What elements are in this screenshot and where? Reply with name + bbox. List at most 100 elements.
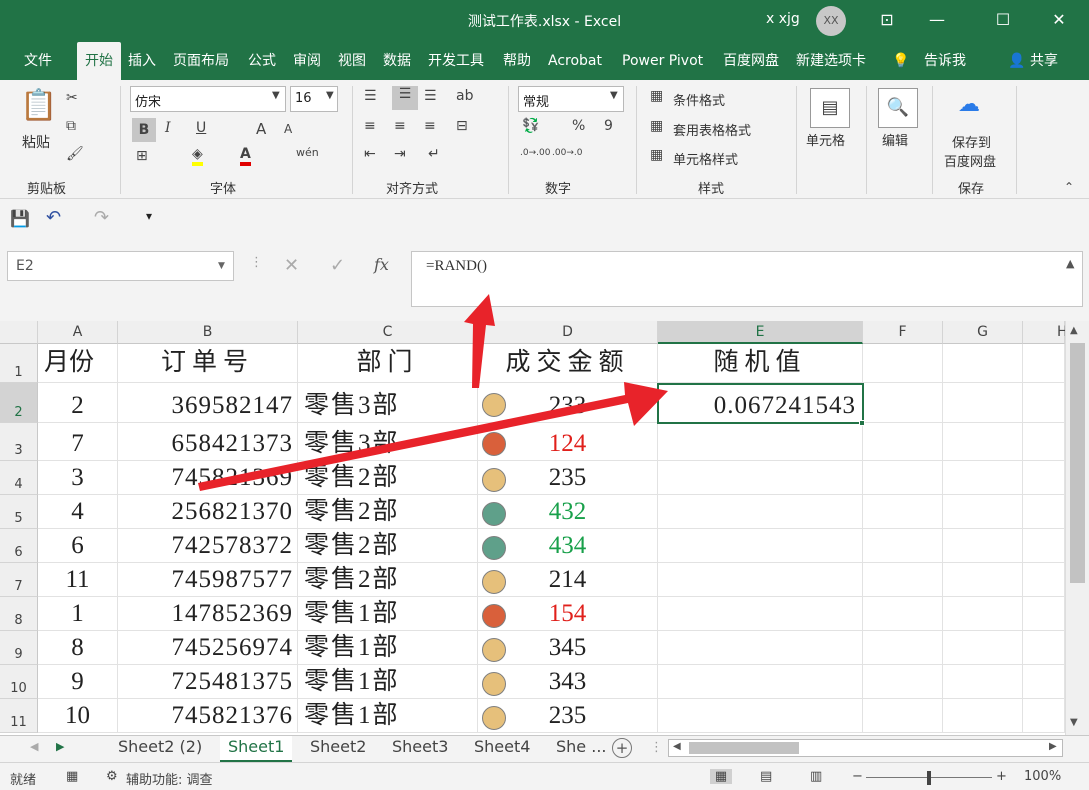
cell-styles-button[interactable]: 单元格样式 xyxy=(673,149,738,168)
cells-icon[interactable]: ▤ xyxy=(810,88,850,128)
cell-order[interactable]: 745821369 xyxy=(118,461,298,495)
row-header[interactable]: 8 xyxy=(0,597,38,631)
format-table-icon[interactable]: ▦ xyxy=(650,118,663,134)
empty-cell[interactable] xyxy=(943,461,1023,495)
editing-button[interactable]: 编辑 xyxy=(882,130,908,149)
cell-random[interactable] xyxy=(658,631,863,665)
paste-button[interactable]: 粘贴 xyxy=(22,132,50,152)
cell-dept[interactable]: 零售2部 xyxy=(298,461,478,495)
close-icon[interactable]: ✕ xyxy=(1046,8,1072,32)
column-header-g[interactable]: G xyxy=(943,321,1023,344)
cell-order[interactable]: 369582147 xyxy=(118,383,298,423)
add-sheet-button[interactable]: + xyxy=(612,738,632,758)
cell-random[interactable] xyxy=(658,665,863,699)
accessibility-status[interactable]: 辅助功能: 调查 xyxy=(126,769,213,788)
cell-dept[interactable]: 零售1部 xyxy=(298,631,478,665)
empty-cell[interactable] xyxy=(943,383,1023,423)
font-name-select[interactable]: 仿宋 xyxy=(130,86,286,112)
share-button[interactable]: 共享 xyxy=(1030,42,1058,80)
decrease-decimal-button[interactable]: .00→.0 xyxy=(552,148,582,158)
page-layout-view-icon[interactable]: ▤ xyxy=(760,769,772,784)
empty-cell[interactable] xyxy=(1023,495,1065,529)
header-cell-order[interactable]: 订单号 xyxy=(118,344,298,383)
empty-cell[interactable] xyxy=(863,423,943,461)
chevron-down-icon[interactable]: ▼ xyxy=(610,90,618,101)
empty-cell[interactable] xyxy=(863,344,943,383)
cancel-icon[interactable]: ✕ xyxy=(284,255,299,276)
cell-month[interactable]: 3 xyxy=(38,461,118,495)
save-to-baidu-line1[interactable]: 保存到 xyxy=(952,132,991,151)
tab-developer[interactable]: 开发工具 xyxy=(428,42,484,80)
tab-home[interactable]: 开始 xyxy=(77,42,121,80)
format-as-table-button[interactable]: 套用表格格式 xyxy=(673,120,751,139)
tab-data[interactable]: 数据 xyxy=(383,42,411,80)
align-left-icon[interactable]: ≡ xyxy=(364,118,376,134)
format-painter-icon[interactable]: 🖌 xyxy=(66,146,84,162)
bold-button[interactable]: B xyxy=(132,118,156,142)
tab-help[interactable]: 帮助 xyxy=(503,42,531,80)
cell-dept[interactable]: 零售2部 xyxy=(298,495,478,529)
font-color-button[interactable]: A xyxy=(240,146,251,166)
empty-cell[interactable] xyxy=(1023,529,1065,563)
italic-button[interactable]: I xyxy=(165,120,171,136)
fill-color-icon[interactable]: ◈ xyxy=(192,146,203,166)
row-header[interactable]: 6 xyxy=(0,529,38,563)
empty-cell[interactable] xyxy=(863,665,943,699)
collapse-ribbon-icon[interactable]: ⌃ xyxy=(1064,180,1074,194)
normal-view-icon[interactable]: ▦ xyxy=(710,769,732,784)
ribbon-display-icon[interactable]: ⊡ xyxy=(874,8,900,32)
row-header[interactable]: 11 xyxy=(0,699,38,733)
empty-cell[interactable] xyxy=(943,495,1023,529)
tab-file[interactable]: 文件 xyxy=(24,42,52,80)
user-name[interactable]: x xjg xyxy=(766,11,800,27)
cell-random[interactable] xyxy=(658,699,863,733)
cell-dept[interactable]: 零售1部 xyxy=(298,699,478,733)
scroll-right-icon[interactable]: ▶ xyxy=(1049,741,1057,752)
empty-cell[interactable] xyxy=(863,631,943,665)
wrap-text-icon[interactable]: ↵ xyxy=(428,146,440,162)
person-icon[interactable]: 👤 xyxy=(1008,42,1025,80)
comma-button[interactable]: 9 xyxy=(604,118,613,134)
column-header-c[interactable]: C xyxy=(298,321,478,344)
header-cell-amount[interactable]: 成交金额 xyxy=(478,344,658,383)
row-header[interactable]: 7 xyxy=(0,563,38,597)
cell-month[interactable]: 7 xyxy=(38,423,118,461)
accounting-icon[interactable]: 💱 xyxy=(522,118,539,134)
save-icon[interactable]: 💾 xyxy=(10,209,30,228)
customize-qat-icon[interactable]: ▾ xyxy=(146,209,152,223)
increase-indent-icon[interactable]: ⇥ xyxy=(394,146,406,162)
empty-cell[interactable] xyxy=(863,461,943,495)
cell-dept[interactable]: 零售3部 xyxy=(298,383,478,423)
empty-cell[interactable] xyxy=(1023,563,1065,597)
header-cell-random[interactable]: 随机值 xyxy=(658,344,863,383)
cell-order[interactable]: 725481375 xyxy=(118,665,298,699)
grow-font-button[interactable]: A xyxy=(256,120,266,138)
cell-order[interactable]: 742578372 xyxy=(118,529,298,563)
scroll-thumb[interactable] xyxy=(1070,343,1085,583)
tab-new[interactable]: 新建选项卡 xyxy=(796,42,866,80)
page-break-view-icon[interactable]: ▥ xyxy=(810,769,822,784)
scroll-up-icon[interactable]: ▲ xyxy=(1070,325,1078,336)
border-icon[interactable]: ⊞ xyxy=(136,148,148,164)
spreadsheet-grid[interactable]: A B C D E F G H 1 月份 订单号 部门 成交金额 随机值 223… xyxy=(0,321,1089,735)
cell-dept[interactable]: 零售1部 xyxy=(298,665,478,699)
macro-record-icon[interactable]: ▦ xyxy=(66,769,78,784)
paste-icon[interactable]: 📋 xyxy=(20,88,57,124)
empty-cell[interactable] xyxy=(943,631,1023,665)
row-header[interactable]: 3 xyxy=(0,423,38,461)
sheet-tab[interactable]: Sheet2 (2) xyxy=(118,736,202,762)
header-cell-month[interactable]: 月份 xyxy=(38,344,118,383)
row-header[interactable]: 5 xyxy=(0,495,38,529)
copy-icon[interactable]: ⧉ xyxy=(66,118,76,134)
insert-function-icon[interactable]: fx xyxy=(374,255,389,274)
lightbulb-icon[interactable]: 💡 xyxy=(892,42,909,80)
zoom-level[interactable]: 100% xyxy=(1024,769,1061,784)
empty-cell[interactable] xyxy=(943,597,1023,631)
cell-month[interactable]: 9 xyxy=(38,665,118,699)
shrink-font-button[interactable]: A xyxy=(284,122,292,136)
cell-random[interactable] xyxy=(658,423,863,461)
align-center-icon[interactable]: ≡ xyxy=(394,118,406,134)
cell-order[interactable]: 745987577 xyxy=(118,563,298,597)
tab-review[interactable]: 审阅 xyxy=(293,42,321,80)
cell-dept[interactable]: 零售3部 xyxy=(298,423,478,461)
